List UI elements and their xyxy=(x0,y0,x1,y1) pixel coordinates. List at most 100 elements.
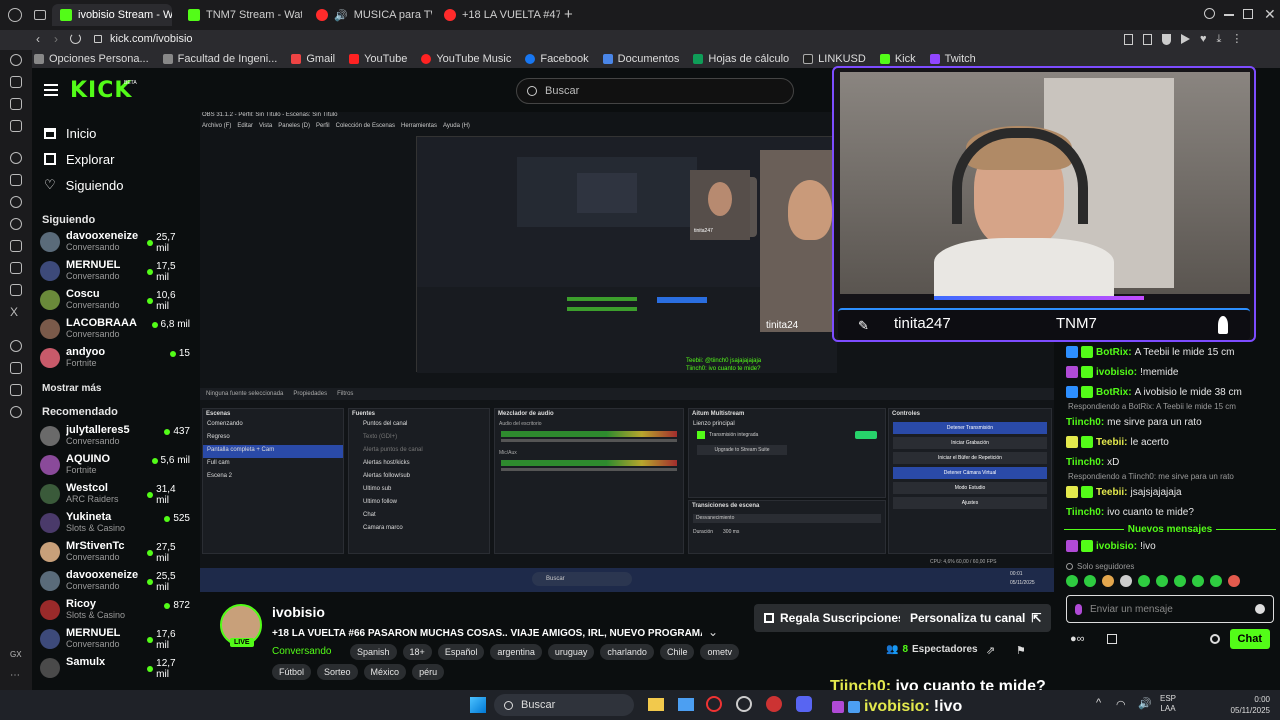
chat-username[interactable]: BotRix: xyxy=(1096,387,1132,398)
whatsapp-icon[interactable] xyxy=(10,218,22,230)
file-explorer-icon[interactable] xyxy=(648,698,664,711)
emote-icon[interactable] xyxy=(1066,575,1078,587)
chat-username[interactable]: ivobisio: xyxy=(1096,367,1137,378)
tag-chip[interactable]: Fútbol xyxy=(272,664,312,680)
tag-chip[interactable]: argentina xyxy=(490,644,542,660)
bookmark-youtube-music[interactable]: YouTube Music xyxy=(421,53,511,65)
chat-username[interactable]: Tiinch0: xyxy=(1066,417,1104,428)
show-more-link[interactable]: Mostrar más xyxy=(32,377,198,400)
restore-button[interactable] xyxy=(1243,9,1253,19)
gift-subs-button[interactable]: Regala Suscripciones xyxy=(754,604,915,632)
tag-chip[interactable]: ometv xyxy=(700,644,739,660)
obs-menu-item[interactable]: Archivo (F) xyxy=(202,123,231,129)
bookmark-youtube[interactable]: YouTube xyxy=(349,53,407,65)
bookmark-twitch[interactable]: Twitch xyxy=(929,53,976,65)
tag-chip[interactable]: charlando xyxy=(600,644,654,660)
channel-item[interactable]: davooxeneize Conversando 25,5 mil xyxy=(32,569,198,598)
opera-gx-icon[interactable] xyxy=(706,696,722,712)
send-chat-button[interactable]: Chat xyxy=(1229,629,1270,649)
bookmark-star-icon[interactable] xyxy=(1124,34,1133,45)
tag-chip[interactable]: uruguay xyxy=(547,644,595,660)
bookmark-facultad[interactable]: Facultad de Ingeni... xyxy=(162,53,277,65)
scene-item[interactable]: Full cam xyxy=(203,458,343,471)
stream-toggle[interactable] xyxy=(855,431,877,439)
chat-input[interactable]: Enviar un mensaje xyxy=(1066,595,1274,623)
source-item[interactable]: Alerta puntos de canal xyxy=(349,445,489,458)
wifi-icon[interactable]: ◠ xyxy=(1116,698,1126,711)
bookmark-kick[interactable]: Kick xyxy=(879,53,916,65)
bookmark-opciones[interactable]: Opciones Persona... xyxy=(34,53,149,65)
palette-icon[interactable] xyxy=(10,98,22,110)
channel-item[interactable]: MERNUEL Conversando 17,6 mil xyxy=(32,627,198,656)
channel-item[interactable]: Westcol ARC Raiders 31,4 mil xyxy=(32,482,198,511)
emote-icon[interactable] xyxy=(1102,575,1114,587)
minimize-button[interactable] xyxy=(1224,14,1234,16)
history-icon[interactable] xyxy=(10,54,22,66)
close-window-button[interactable]: ✕ xyxy=(1264,6,1276,23)
tag-chip[interactable]: Español xyxy=(437,644,485,660)
nav-siguiendo[interactable]: ♡ Siguiendo xyxy=(32,172,198,198)
channel-item[interactable]: MERNUEL Conversando 17,5 mil xyxy=(32,259,198,288)
obs-control-button[interactable]: Iniciar Grabación xyxy=(893,437,1047,449)
mixer-slider-1[interactable] xyxy=(501,439,677,442)
add-panel-icon[interactable] xyxy=(10,362,22,374)
bookmark-hojas[interactable]: Hojas de cálculo xyxy=(693,53,789,65)
emote-icon[interactable] xyxy=(1210,575,1222,587)
channel-name[interactable]: ivobisio xyxy=(272,604,325,620)
search-tabs-icon[interactable] xyxy=(1204,8,1215,19)
report-icon[interactable]: ⚑ xyxy=(1016,644,1026,657)
gx-icon[interactable]: GX xyxy=(10,650,22,662)
source-item[interactable]: Camara marco xyxy=(349,523,489,536)
emote-icon[interactable] xyxy=(1192,575,1204,587)
chat-username[interactable]: Tiinch0: xyxy=(1066,507,1104,518)
obs-control-button[interactable]: Detener Cámara Virtual xyxy=(893,467,1047,479)
player-icon[interactable] xyxy=(10,120,22,132)
music-icon[interactable] xyxy=(10,340,22,352)
download-icon[interactable]: ⤓ xyxy=(1217,34,1222,45)
chat-username[interactable]: Teebii: xyxy=(1096,437,1127,448)
channel-item[interactable]: andyoo Fortnite 15 xyxy=(32,346,198,375)
filters-button[interactable]: Filtros xyxy=(337,391,353,397)
volume-icon[interactable]: 🔊 xyxy=(1138,697,1152,710)
channel-item[interactable]: julytalleres5 Conversando 437 xyxy=(32,424,198,453)
obs-menu-item[interactable]: Herramientas xyxy=(401,123,437,129)
scene-item[interactable]: Pantalla completa + Cam xyxy=(203,445,343,458)
bookmark-gmail[interactable]: Gmail xyxy=(291,53,335,65)
nav-explorar[interactable]: Explorar xyxy=(32,146,198,172)
channel-item[interactable]: Coscu Conversando 10,6 mil xyxy=(32,288,198,317)
tab-ivobisio[interactable]: ivobisio Stream - Watch L xyxy=(52,4,172,26)
windows-start-icon[interactable] xyxy=(470,697,486,713)
new-messages-divider[interactable]: Nuevos mensajes xyxy=(1060,522,1280,536)
emote-icon[interactable] xyxy=(1174,575,1186,587)
new-tab-button[interactable]: + xyxy=(564,6,573,23)
emote-icon[interactable] xyxy=(1138,575,1150,587)
site-info-icon[interactable] xyxy=(94,35,102,43)
stream-category[interactable]: Conversando xyxy=(272,646,331,657)
obs-control-button[interactable]: Modo Estudio xyxy=(893,482,1047,494)
channel-item[interactable]: Ricoy Slots & Casino 872 xyxy=(32,598,198,627)
forward-icon[interactable]: › xyxy=(54,32,58,46)
bookmark-linkusd[interactable]: LINKUSD xyxy=(803,53,866,65)
back-icon[interactable]: ‹ xyxy=(36,32,40,46)
emote-icon[interactable] xyxy=(1120,575,1132,587)
chat-username[interactable]: ivobisio: xyxy=(1096,541,1137,552)
heart-icon[interactable]: ♥ xyxy=(1200,34,1207,45)
transition-select[interactable]: Desvanecimiento xyxy=(693,514,881,523)
tag-chip[interactable]: Sorteo xyxy=(317,664,358,680)
channel-item[interactable]: LACOBRAAA Conversando 6,8 mil xyxy=(32,317,198,346)
tag-chip[interactable]: México xyxy=(363,664,407,680)
source-item[interactable]: Alertas follow/sub xyxy=(349,471,489,484)
obs-control-button[interactable]: Iniciar el Búfer de Repetición xyxy=(893,452,1047,464)
tab-list-icon[interactable] xyxy=(34,10,46,20)
emote-icon[interactable] xyxy=(1228,575,1240,587)
tiktok-icon[interactable] xyxy=(10,284,22,296)
scene-item[interactable]: Comenzando xyxy=(203,419,343,432)
points-icon[interactable]: ●∞ xyxy=(1070,633,1085,645)
duration-value[interactable]: 300 ms xyxy=(723,529,739,535)
obs-menu-item[interactable]: Perfil xyxy=(316,123,330,129)
play-icon[interactable] xyxy=(1181,34,1190,44)
emote-icon[interactable] xyxy=(1156,575,1168,587)
more-icon[interactable]: ⋯ xyxy=(10,670,22,682)
chat-username[interactable]: Tiinch0: xyxy=(1066,457,1104,468)
source-item[interactable]: Alertas host/kicks xyxy=(349,458,489,471)
